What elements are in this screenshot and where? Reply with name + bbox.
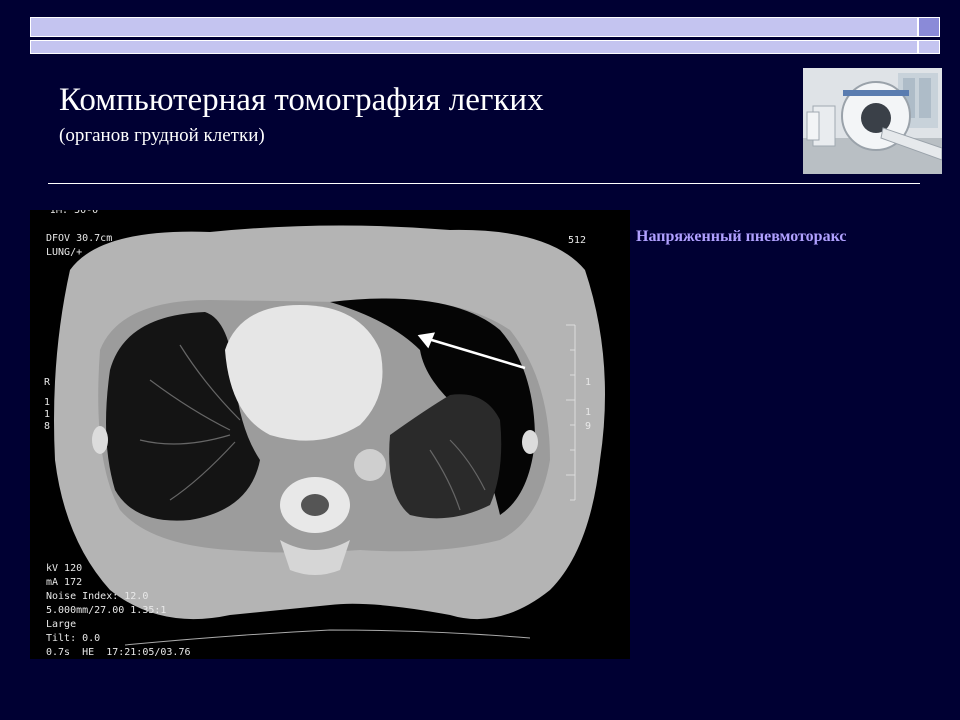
ct-thickness-text: 5.000mm/27.00 1.35:1 xyxy=(46,605,167,616)
ct-side-r: R xyxy=(44,377,51,388)
ct-l-number-1: 1 xyxy=(585,377,592,388)
corner-decor-square xyxy=(918,17,940,37)
ct-scan-image: IM: 50-0 DFOV 30.7cm LUNG/+ 512 R 1 1 8 … xyxy=(30,210,630,659)
ct-size-text: Large xyxy=(46,619,77,630)
finding-caption: Напряженный пневмоторакс xyxy=(636,228,847,245)
ct-matrix-text: 512 xyxy=(568,235,587,246)
ct-l-number-2: 1 xyxy=(585,407,592,418)
ct-time-text: 0.7s HE 17:21:05/03.76 xyxy=(46,647,191,658)
ct-r-number-3: 8 xyxy=(44,421,51,432)
ct-l-number-3: 9 xyxy=(585,421,592,432)
ct-scanner-photo xyxy=(803,68,942,174)
ct-window-text: LUNG/+ xyxy=(46,247,83,258)
slide-title: Компьютерная томография легких xyxy=(59,82,544,118)
corner-decor-square-lower xyxy=(918,40,940,54)
ct-kv-text: kV 120 xyxy=(46,563,83,574)
ct-ma-text: mA 172 xyxy=(46,577,83,588)
slide-subtitle: (органов грудной клетки) xyxy=(59,125,265,146)
top-decor-bar-lower xyxy=(30,40,918,54)
ct-dfov-text: DFOV 30.7cm xyxy=(46,233,113,244)
ct-header-text: IM: 50-0 xyxy=(50,210,99,216)
top-decor-bar xyxy=(30,17,918,37)
title-divider xyxy=(48,183,920,184)
ct-tilt-text: Tilt: 0.0 xyxy=(46,633,101,644)
ct-noise-text: Noise Index: 12.0 xyxy=(46,591,149,602)
